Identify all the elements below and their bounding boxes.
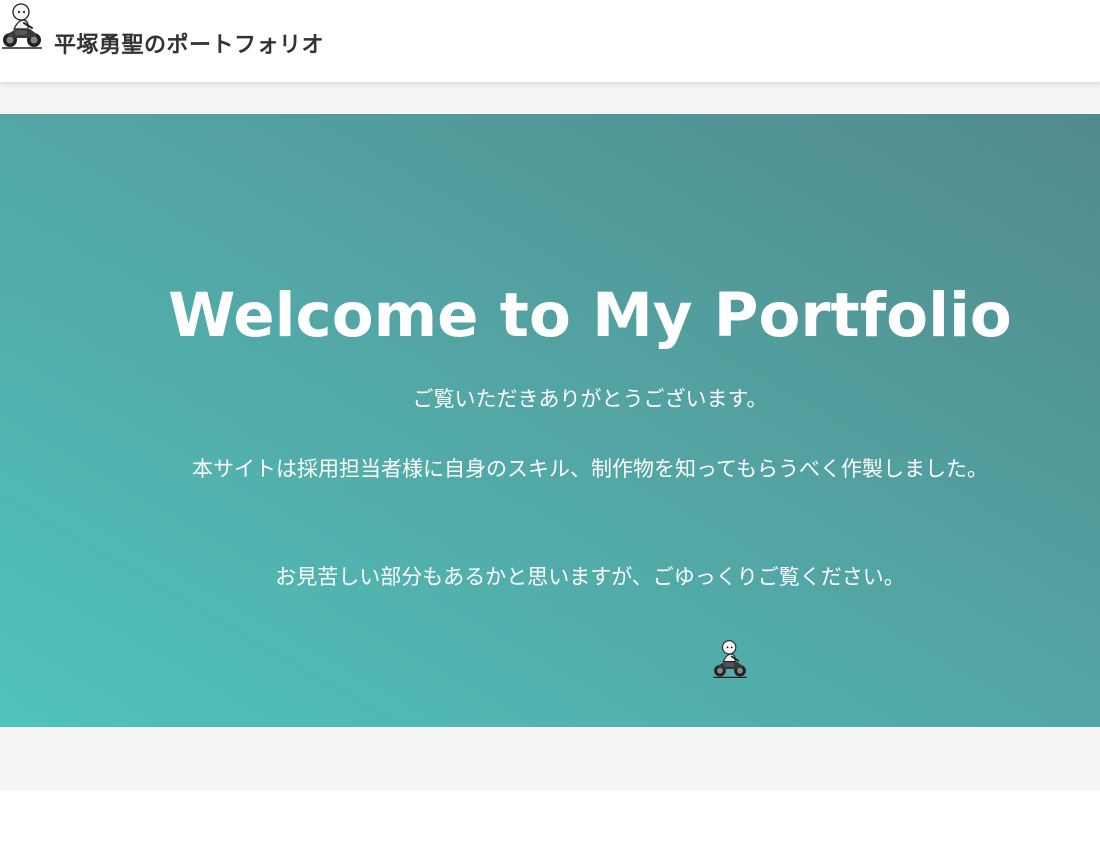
hero-paragraph-purpose: 本サイトは採用担当者様に自身のスキル、制作物を知ってもらうべく作製しました。 [192, 457, 988, 481]
bottom-spacer [0, 727, 1100, 791]
hero-section: Welcome to My Portfolio ご覧いただきありがとうございます… [0, 114, 1100, 727]
site-title[interactable]: 平塚勇聖のポートフォリオ [54, 30, 324, 62]
hero-paragraph-closing: お見苦しい部分もあるかと思いますが、ごゆっくりご覧ください。 [275, 565, 905, 589]
rider-on-motorcycle-icon[interactable] [0, 2, 44, 50]
top-spacer [0, 82, 1100, 114]
hero-paragraph-thanks: ご覧いただきありがとうございます。 [412, 387, 768, 411]
rider-on-motorcycle-icon [713, 640, 747, 678]
hero-title: Welcome to My Portfolio [168, 280, 1012, 351]
site-header: 平塚勇聖のポートフォリオ [0, 0, 1100, 82]
